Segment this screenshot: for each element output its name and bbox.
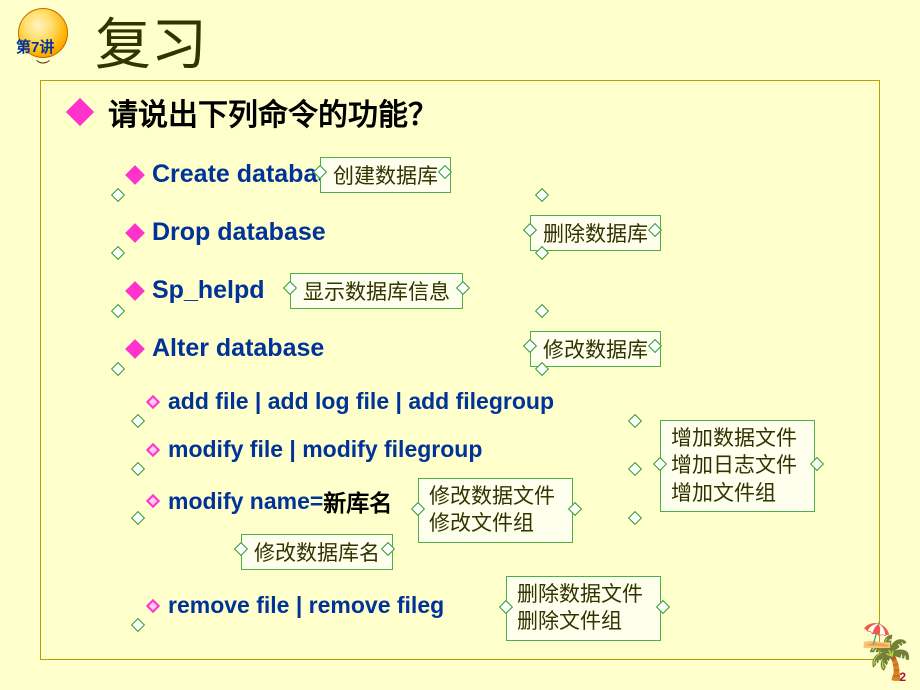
opt-modname-cn: 新库名 bbox=[323, 484, 392, 518]
opt-modfile: modify file | modify filegroup bbox=[148, 436, 482, 463]
note-mod-group-text: 修改数据文件 修改文件组 bbox=[429, 484, 555, 535]
note-add-group-text: 增加数据文件 增加日志文件 增加文件组 bbox=[671, 426, 797, 505]
note-alter-text: 修改数据库 bbox=[543, 338, 648, 362]
cmd-drop-text: Drop database bbox=[152, 218, 326, 247]
note-add-group: 增加数据文件 增加日志文件 增加文件组 bbox=[660, 420, 815, 512]
note-mod-group: 修改数据文件 修改文件组 bbox=[418, 478, 573, 543]
lecture-badge: 第7讲 ︶ bbox=[10, 8, 80, 68]
note-remove-group: 删除数据文件 删除文件组 bbox=[506, 576, 661, 641]
diamond-bullet-icon bbox=[125, 281, 145, 301]
main-question: 请说出下列命令的功能？ bbox=[64, 90, 438, 134]
note-drop: 删除数据库 bbox=[530, 215, 661, 251]
note-drop-text: 删除数据库 bbox=[543, 222, 648, 246]
lecture-number: 第7讲 bbox=[16, 36, 54, 57]
note-create-text: 创建数据库 bbox=[333, 164, 438, 188]
diamond-bullet-icon bbox=[125, 339, 145, 359]
gem-bullet-icon bbox=[146, 442, 160, 456]
opt-modname: modify name= 新库名 bbox=[148, 484, 392, 518]
cmd-create: Create databas bbox=[128, 160, 331, 189]
diamond-bullet-icon bbox=[66, 98, 94, 126]
note-sphelp: 显示数据库信息 bbox=[290, 273, 463, 309]
opt-modname-pre: modify name= bbox=[168, 488, 323, 515]
diamond-bullet-icon bbox=[125, 223, 145, 243]
cmd-alter-text: Alter database bbox=[152, 334, 324, 363]
note-rename-text: 修改数据库名 bbox=[254, 541, 380, 565]
opt-remove: remove file | remove fileg bbox=[148, 592, 444, 619]
note-sphelp-text: 显示数据库信息 bbox=[303, 280, 450, 304]
gem-bullet-icon bbox=[146, 598, 160, 612]
note-alter: 修改数据库 bbox=[530, 331, 661, 367]
page-number: 2 bbox=[899, 670, 906, 684]
beach-umbrella-icon: ⛱️ bbox=[862, 621, 892, 650]
cmd-drop: Drop database bbox=[128, 218, 326, 247]
diamond-bullet-icon bbox=[125, 165, 145, 185]
opt-add-text: add file | add log file | add filegroup bbox=[168, 388, 554, 415]
bird-icon: ︶ bbox=[36, 57, 50, 77]
opt-modfile-text: modify file | modify filegroup bbox=[168, 436, 482, 463]
note-remove-group-text: 删除数据文件 删除文件组 bbox=[517, 582, 643, 633]
cmd-sphelp: Sp_helpd bbox=[128, 276, 265, 305]
opt-add: add file | add log file | add filegroup bbox=[148, 388, 554, 415]
note-rename: 修改数据库名 bbox=[241, 534, 393, 570]
slide-title: 复习 bbox=[95, 0, 207, 81]
cmd-sphelp-text: Sp_helpd bbox=[152, 276, 265, 305]
opt-remove-text: remove file | remove fileg bbox=[168, 592, 444, 619]
main-question-text: 请说出下列命令的功能？ bbox=[108, 90, 438, 134]
cmd-create-text: Create databas bbox=[152, 160, 331, 189]
note-create: 创建数据库 bbox=[320, 157, 451, 193]
cmd-alter: Alter database bbox=[128, 334, 324, 363]
gem-bullet-icon bbox=[146, 394, 160, 408]
gem-bullet-icon bbox=[146, 494, 160, 508]
